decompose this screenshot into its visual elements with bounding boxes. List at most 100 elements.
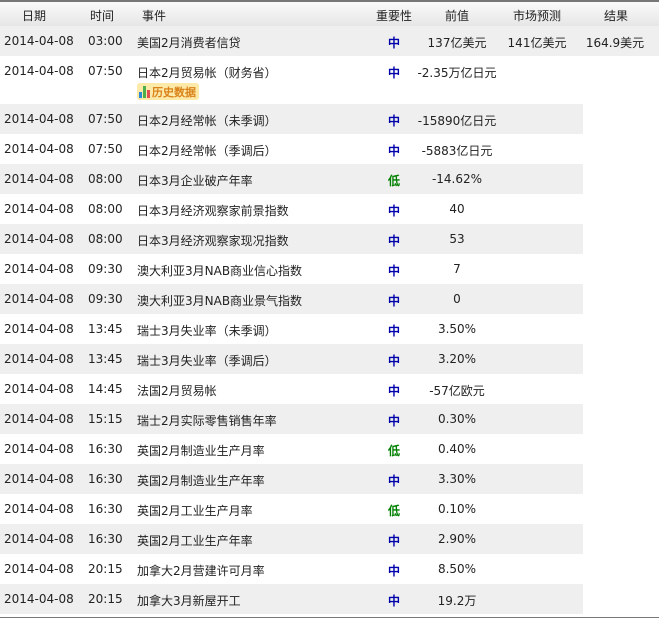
header-importance: 重要性 bbox=[376, 9, 413, 23]
time-cell: 03:00 bbox=[88, 34, 123, 48]
date-cell: 2014-04-08 bbox=[4, 172, 74, 186]
header-time: 时间 bbox=[90, 9, 115, 23]
table-row: 2014-04-08 16:30 英国2月工业生产年率 中 2.90% bbox=[0, 524, 583, 554]
event-cell: 英国2月工业生产年率 bbox=[137, 534, 253, 548]
table-row: 2014-04-08 08:00 日本3月企业破产年率 低 -14.62% bbox=[0, 164, 583, 194]
time-cell: 07:50 bbox=[88, 64, 123, 78]
time-cell: 20:15 bbox=[88, 562, 123, 576]
table-row: 2014-04-08 07:50 日本2月经常帐（季调后） 中 -5883亿日元 bbox=[0, 134, 583, 164]
time-cell: 08:00 bbox=[88, 202, 123, 216]
header-forecast: 市场预测 bbox=[513, 9, 562, 23]
event-cell: 瑞士3月失业率（未季调） bbox=[137, 324, 277, 338]
previous-cell: 0.10% bbox=[437, 502, 477, 516]
event-cell: 日本3月经济观察家现况指数 bbox=[137, 234, 289, 248]
table-row: 2014-04-08 16:30 英国2月制造业生产月率 低 0.40% bbox=[0, 434, 583, 464]
table-row: 2014-04-08 09:30 澳大利亚3月NAB商业景气指数 中 0 bbox=[0, 284, 583, 314]
date-cell: 2014-04-08 bbox=[4, 64, 74, 78]
date-cell: 2014-04-08 bbox=[4, 412, 74, 426]
result-cell: 164.9美元 bbox=[585, 36, 645, 50]
date-cell: 2014-04-08 bbox=[4, 112, 74, 126]
bar-chart-icon bbox=[139, 85, 150, 98]
importance-cell: 中 bbox=[387, 204, 401, 218]
previous-cell: 0.40% bbox=[437, 442, 477, 456]
table-row: 2014-04-08 16:30 英国2月工业生产月率 低 0.10% bbox=[0, 494, 583, 524]
table-row: 2014-04-08 08:00 日本3月经济观察家前景指数 中 40 bbox=[0, 194, 583, 224]
header-previous: 前值 bbox=[445, 9, 470, 23]
importance-cell: 中 bbox=[387, 36, 401, 50]
header-date: 日期 bbox=[22, 9, 47, 23]
previous-cell: -5883亿日元 bbox=[421, 144, 493, 158]
header-result: 结果 bbox=[604, 9, 629, 23]
event-cell: 日本3月企业破产年率 bbox=[137, 174, 253, 188]
time-cell: 20:15 bbox=[88, 592, 123, 606]
event-cell: 澳大利亚3月NAB商业景气指数 bbox=[137, 294, 303, 308]
previous-cell: 0.30% bbox=[437, 412, 477, 426]
event-cell: 美国2月消费者信贷 bbox=[137, 36, 241, 50]
event-cell: 瑞士3月失业率（季调后） bbox=[137, 354, 277, 368]
time-cell: 13:45 bbox=[88, 322, 123, 336]
event-cell: 英国2月工业生产月率 bbox=[137, 504, 253, 518]
previous-cell: 7 bbox=[453, 262, 461, 276]
previous-cell: -14.62% bbox=[431, 172, 483, 186]
date-cell: 2014-04-08 bbox=[4, 142, 74, 156]
table-row: 2014-04-08 09:30 澳大利亚3月NAB商业信心指数 中 7 bbox=[0, 254, 583, 284]
importance-cell: 中 bbox=[387, 264, 401, 278]
importance-cell: 中 bbox=[387, 234, 401, 248]
date-cell: 2014-04-08 bbox=[4, 322, 74, 336]
table-row: 2014-04-08 16:30 英国2月制造业生产年率 中 3.30% bbox=[0, 464, 583, 494]
date-cell: 2014-04-08 bbox=[4, 532, 74, 546]
event-cell: 加拿大2月营建许可月率 bbox=[137, 564, 265, 578]
event-cell: 日本2月经常帐（季调后） bbox=[137, 144, 277, 158]
time-cell: 07:50 bbox=[88, 112, 123, 126]
event-cell: 英国2月制造业生产年率 bbox=[137, 474, 265, 488]
date-cell: 2014-04-08 bbox=[4, 262, 74, 276]
table-row: 2014-04-08 15:15 瑞士2月实际零售销售年率 中 0.30% bbox=[0, 404, 583, 434]
importance-cell: 中 bbox=[387, 414, 401, 428]
date-cell: 2014-04-08 bbox=[4, 502, 74, 516]
table-row: 2014-04-08 13:45 瑞士3月失业率（季调后） 中 3.20% bbox=[0, 344, 583, 374]
table-row: 2014-04-08 07:50 日本2月贸易帐（财务省） 中 -2.35万亿日元 历史数… bbox=[0, 56, 583, 104]
importance-cell: 中 bbox=[387, 384, 401, 398]
previous-cell: 2.90% bbox=[437, 532, 477, 546]
importance-cell: 中 bbox=[387, 294, 401, 308]
date-cell: 2014-04-08 bbox=[4, 34, 74, 48]
date-cell: 2014-04-08 bbox=[4, 292, 74, 306]
time-cell: 07:50 bbox=[88, 142, 123, 156]
time-cell: 14:45 bbox=[88, 382, 123, 396]
event-cell: 日本3月经济观察家前景指数 bbox=[137, 204, 289, 218]
history-data-label: 历史数据 bbox=[152, 85, 196, 99]
previous-cell: 40 bbox=[449, 202, 465, 216]
table-row: 2014-04-08 03:00 美国2月消费者信贷 中 137亿美元 141亿美元 164… bbox=[0, 26, 659, 56]
date-cell: 2014-04-08 bbox=[4, 562, 74, 576]
table-header: 日期 时间 事件 重要性 前值 市场预测 结果 bbox=[0, 0, 659, 28]
importance-cell: 低 bbox=[387, 444, 401, 458]
table-row: 2014-04-08 08:00 日本3月经济观察家现况指数 中 53 bbox=[0, 224, 583, 254]
event-cell: 日本2月经常帐（未季调） bbox=[137, 114, 277, 128]
event-cell: 法国2月贸易帐 bbox=[137, 384, 217, 398]
importance-cell: 低 bbox=[387, 504, 401, 518]
table-row: 2014-04-08 20:15 加拿大3月新屋开工 中 19.2万 bbox=[0, 584, 583, 614]
header-event: 事件 bbox=[142, 9, 167, 23]
time-cell: 16:30 bbox=[88, 532, 123, 546]
time-cell: 15:15 bbox=[88, 412, 123, 426]
event-cell: 加拿大3月新屋开工 bbox=[137, 594, 241, 608]
importance-cell: 中 bbox=[387, 534, 401, 548]
time-cell: 16:30 bbox=[88, 472, 123, 486]
event-cell: 瑞士2月实际零售销售年率 bbox=[137, 414, 277, 428]
previous-cell: 53 bbox=[449, 232, 465, 246]
previous-cell: 8.50% bbox=[437, 562, 477, 576]
previous-cell: 0 bbox=[453, 292, 461, 306]
date-cell: 2014-04-08 bbox=[4, 472, 74, 486]
importance-cell: 中 bbox=[387, 66, 401, 80]
importance-cell: 中 bbox=[387, 594, 401, 608]
history-data-button[interactable]: 历史数据 bbox=[137, 83, 199, 100]
time-cell: 13:45 bbox=[88, 352, 123, 366]
importance-cell: 中 bbox=[387, 114, 401, 128]
time-cell: 16:30 bbox=[88, 502, 123, 516]
time-cell: 16:30 bbox=[88, 442, 123, 456]
importance-cell: 中 bbox=[387, 354, 401, 368]
table-row: 2014-04-08 13:45 瑞士3月失业率（未季调） 中 3.50% bbox=[0, 314, 583, 344]
event-cell: 日本2月贸易帐（财务省） bbox=[137, 66, 277, 80]
time-cell: 09:30 bbox=[88, 262, 123, 276]
date-cell: 2014-04-08 bbox=[4, 442, 74, 456]
